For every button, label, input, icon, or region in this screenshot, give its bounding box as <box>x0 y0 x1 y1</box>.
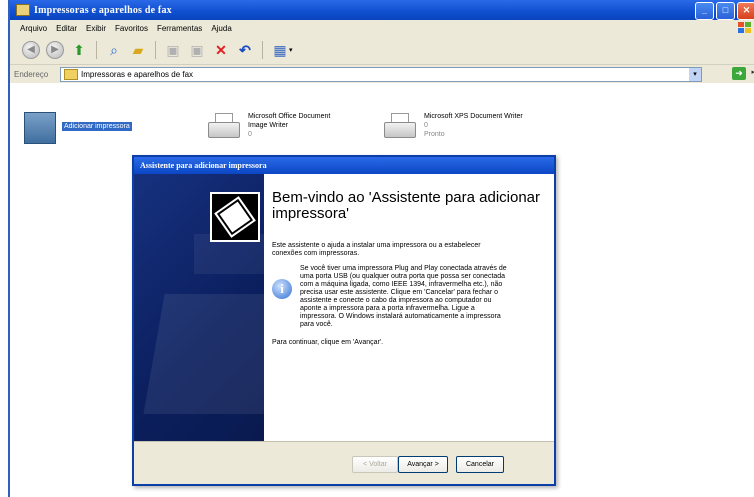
address-value: Impressoras e aparelhos de fax <box>81 70 194 79</box>
folders-icon[interactable]: ▰ <box>129 41 147 59</box>
copy-to-icon[interactable]: ▣ <box>188 41 206 59</box>
cancel-button[interactable]: Cancelar <box>456 456 504 473</box>
menu-exibir[interactable]: Exibir <box>86 24 106 33</box>
wizard-watermark <box>143 294 264 414</box>
move-to-icon[interactable]: ▣ <box>164 41 182 59</box>
minimize-button[interactable]: _ <box>695 2 714 20</box>
printer-icon <box>382 112 416 138</box>
search-icon[interactable]: ⌕ <box>105 41 123 59</box>
address-bar: Endereço Impressoras e aparelhos de fax … <box>10 65 754 83</box>
info-icon: i <box>272 279 292 299</box>
delete-icon[interactable]: ✕ <box>212 41 230 59</box>
printer-name-line1: Microsoft XPS Document Writer <box>424 113 523 120</box>
add-printer-icon <box>24 112 56 144</box>
menu-ajuda[interactable]: Ajuda <box>211 24 231 33</box>
wizard-info-row: i Se você tiver uma impressora Plug and … <box>272 265 546 329</box>
title-bar[interactable]: Impressoras e aparelhos de fax _ □ ✕ <box>10 0 754 20</box>
toolbar-separator <box>96 41 97 59</box>
undo-icon[interactable]: ↶ <box>236 41 254 59</box>
back-button[interactable]: ◀ <box>22 41 40 59</box>
wizard-footer: < Voltar Avançar > Cancelar <box>134 441 554 484</box>
printer-folder-icon <box>16 4 30 16</box>
toolbar-separator <box>262 41 263 59</box>
add-printer-item[interactable]: Adicionar impressora <box>24 112 132 144</box>
back-button[interactable]: < Voltar <box>352 456 398 473</box>
add-printer-label: Adicionar impressora <box>62 122 132 131</box>
window-controls: _ □ ✕ <box>695 2 754 20</box>
menu-bar: Arquivo Editar Exibir Favoritos Ferramen… <box>10 20 754 36</box>
wizard-title-bar[interactable]: Assistente para adicionar impressora <box>134 157 554 174</box>
wizard-body: Bem-vindo ao 'Assistente para adicionar … <box>272 174 546 442</box>
wizard-heading: Bem-vindo ao 'Assistente para adicionar … <box>272 189 541 222</box>
menu-ferramentas[interactable]: Ferramentas <box>157 24 202 33</box>
wizard-info-text: Se você tiver uma impressora Plug and Pl… <box>300 265 507 328</box>
toolbar: ◀ ▶ ⬆ ⌕ ▰ ▣ ▣ ✕ ↶ ▦ ▾ <box>10 36 754 65</box>
printer-folder-icon <box>64 69 78 80</box>
printer-count: 0 <box>424 122 428 129</box>
address-dropdown-icon[interactable]: ▾ <box>689 68 701 81</box>
views-dropdown-icon[interactable]: ▾ <box>289 46 293 54</box>
printer-name-line1: Microsoft Office Document <box>248 113 331 120</box>
window-title: Impressoras e aparelhos de fax <box>34 4 172 16</box>
wizard-continue-text: Para continuar, clique em 'Avançar'. <box>272 339 384 346</box>
go-button[interactable]: ➜ <box>732 67 746 80</box>
windows-logo-icon <box>736 20 754 36</box>
close-button[interactable]: ✕ <box>737 2 754 20</box>
printer-wizard-icon <box>210 192 260 242</box>
menu-arquivo[interactable]: Arquivo <box>20 24 47 33</box>
add-printer-wizard-dialog: Assistente para adicionar impressora Bem… <box>132 155 556 486</box>
up-folder-icon[interactable]: ⬆ <box>70 41 88 59</box>
printer-icon <box>206 112 240 138</box>
wizard-intro: Este assistente o ajuda a instalar uma i… <box>272 242 481 257</box>
printer-count: 0 <box>248 131 252 138</box>
printer-xps-document-writer[interactable]: Microsoft XPS Document Writer 0 Pronto <box>382 112 523 139</box>
menu-favoritos[interactable]: Favoritos <box>115 24 148 33</box>
address-input[interactable]: Impressoras e aparelhos de fax ▾ <box>60 67 702 82</box>
address-label: Endereço <box>14 69 49 79</box>
views-icon[interactable]: ▦ <box>271 41 289 59</box>
printer-name-line2: Image Writer <box>248 122 288 129</box>
printer-office-image-writer[interactable]: Microsoft Office Document Image Writer 0 <box>206 112 330 139</box>
menu-editar[interactable]: Editar <box>56 24 77 33</box>
printer-status: Pronto <box>424 131 445 138</box>
toolbar-separator <box>155 41 156 59</box>
wizard-side-banner <box>134 174 264 442</box>
next-button[interactable]: Avançar > <box>398 456 448 473</box>
maximize-button[interactable]: □ <box>716 2 735 20</box>
forward-button[interactable]: ▶ <box>46 41 64 59</box>
